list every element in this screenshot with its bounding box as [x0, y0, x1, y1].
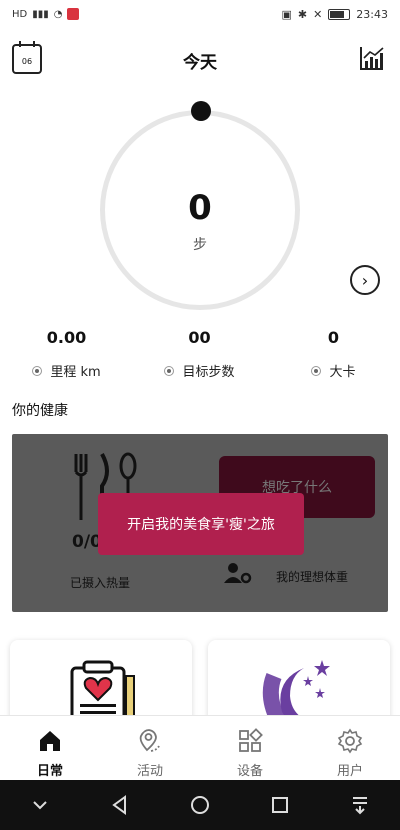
- stat-label: 里程 km: [50, 365, 101, 380]
- stat-label: 目标步数: [182, 365, 235, 380]
- bottom-nav: 日常 活动 设备 用户: [0, 715, 400, 780]
- stat-distance: 0.00 里程 km: [0, 328, 133, 380]
- section-title: 你的健康: [12, 403, 68, 419]
- nav-label: 日常: [36, 764, 63, 779]
- person-settings-icon: [224, 563, 252, 584]
- stat-label-row: 里程 km: [0, 361, 133, 380]
- nav-item-user[interactable]: 用户: [300, 716, 400, 780]
- grid-icon: [239, 728, 263, 752]
- stat-label: 大卡: [329, 365, 356, 380]
- ideal-weight-label: 我的理想体重: [276, 570, 349, 584]
- radio-icon: [164, 365, 175, 376]
- stat-value: 00: [188, 328, 211, 347]
- status-time: 23:43: [356, 7, 388, 21]
- status-left: HD ▮▮▮ ◔: [12, 8, 80, 20]
- stat-label-row: 大卡: [267, 361, 400, 380]
- status-right: ▣ ✱ ✕ 23:43: [281, 8, 388, 21]
- back-icon[interactable]: [109, 794, 131, 816]
- mute-icon: ✕: [313, 7, 323, 21]
- chart-icon[interactable]: [358, 44, 386, 72]
- radio-icon: [311, 365, 322, 376]
- stat-value: 0.00: [46, 328, 87, 347]
- chevron-right-icon: ›: [361, 270, 369, 290]
- gear-icon: [337, 728, 363, 754]
- recents-icon[interactable]: [269, 794, 291, 816]
- step-ring: 0 步: [100, 101, 300, 310]
- stat-value: 0: [327, 328, 340, 347]
- nav-item-activity[interactable]: 活动: [100, 716, 200, 780]
- stat-calories: 0 大卡: [267, 328, 400, 380]
- step-unit: 步: [193, 237, 207, 253]
- app-notification-icon: [67, 8, 80, 20]
- step-count: 0: [188, 188, 212, 228]
- home-icon: [40, 731, 60, 751]
- notification-pull-icon[interactable]: [349, 794, 371, 816]
- progress-marker: [191, 101, 211, 121]
- home-circle-icon[interactable]: [189, 794, 211, 816]
- bluetooth-icon: ✱: [297, 7, 308, 21]
- wifi-icon: ◔: [53, 8, 63, 20]
- collapse-icon[interactable]: [29, 794, 51, 816]
- battery-icon: [328, 8, 351, 20]
- nav-label: 用户: [336, 764, 363, 779]
- app-header: 06 今天: [0, 40, 400, 80]
- signal-label: HD: [12, 8, 28, 20]
- intake-label: 已摄入热量: [70, 576, 131, 590]
- stat-label-row: 目标步数: [133, 361, 266, 380]
- signal-icon: ▮▮▮: [32, 8, 49, 20]
- vibrate-icon: ▣: [281, 7, 292, 21]
- stat-goal-steps: 00 目标步数: [133, 328, 266, 380]
- nav-label: 活动: [136, 764, 163, 779]
- nav-item-daily[interactable]: 日常: [0, 716, 100, 780]
- toast-message: 开启我的美食享'瘦'之旅: [98, 493, 304, 555]
- location-pin-icon: [139, 729, 160, 752]
- system-nav-bar: [0, 780, 400, 830]
- radio-icon: [32, 365, 43, 376]
- page-title: 今天: [183, 53, 217, 73]
- next-arrow-button[interactable]: ›: [350, 265, 380, 295]
- status-bar: HD ▮▮▮ ◔ ▣ ✱ ✕ 23:43: [0, 0, 400, 28]
- nav-label: 设备: [236, 764, 263, 779]
- nav-item-device[interactable]: 设备: [200, 716, 300, 780]
